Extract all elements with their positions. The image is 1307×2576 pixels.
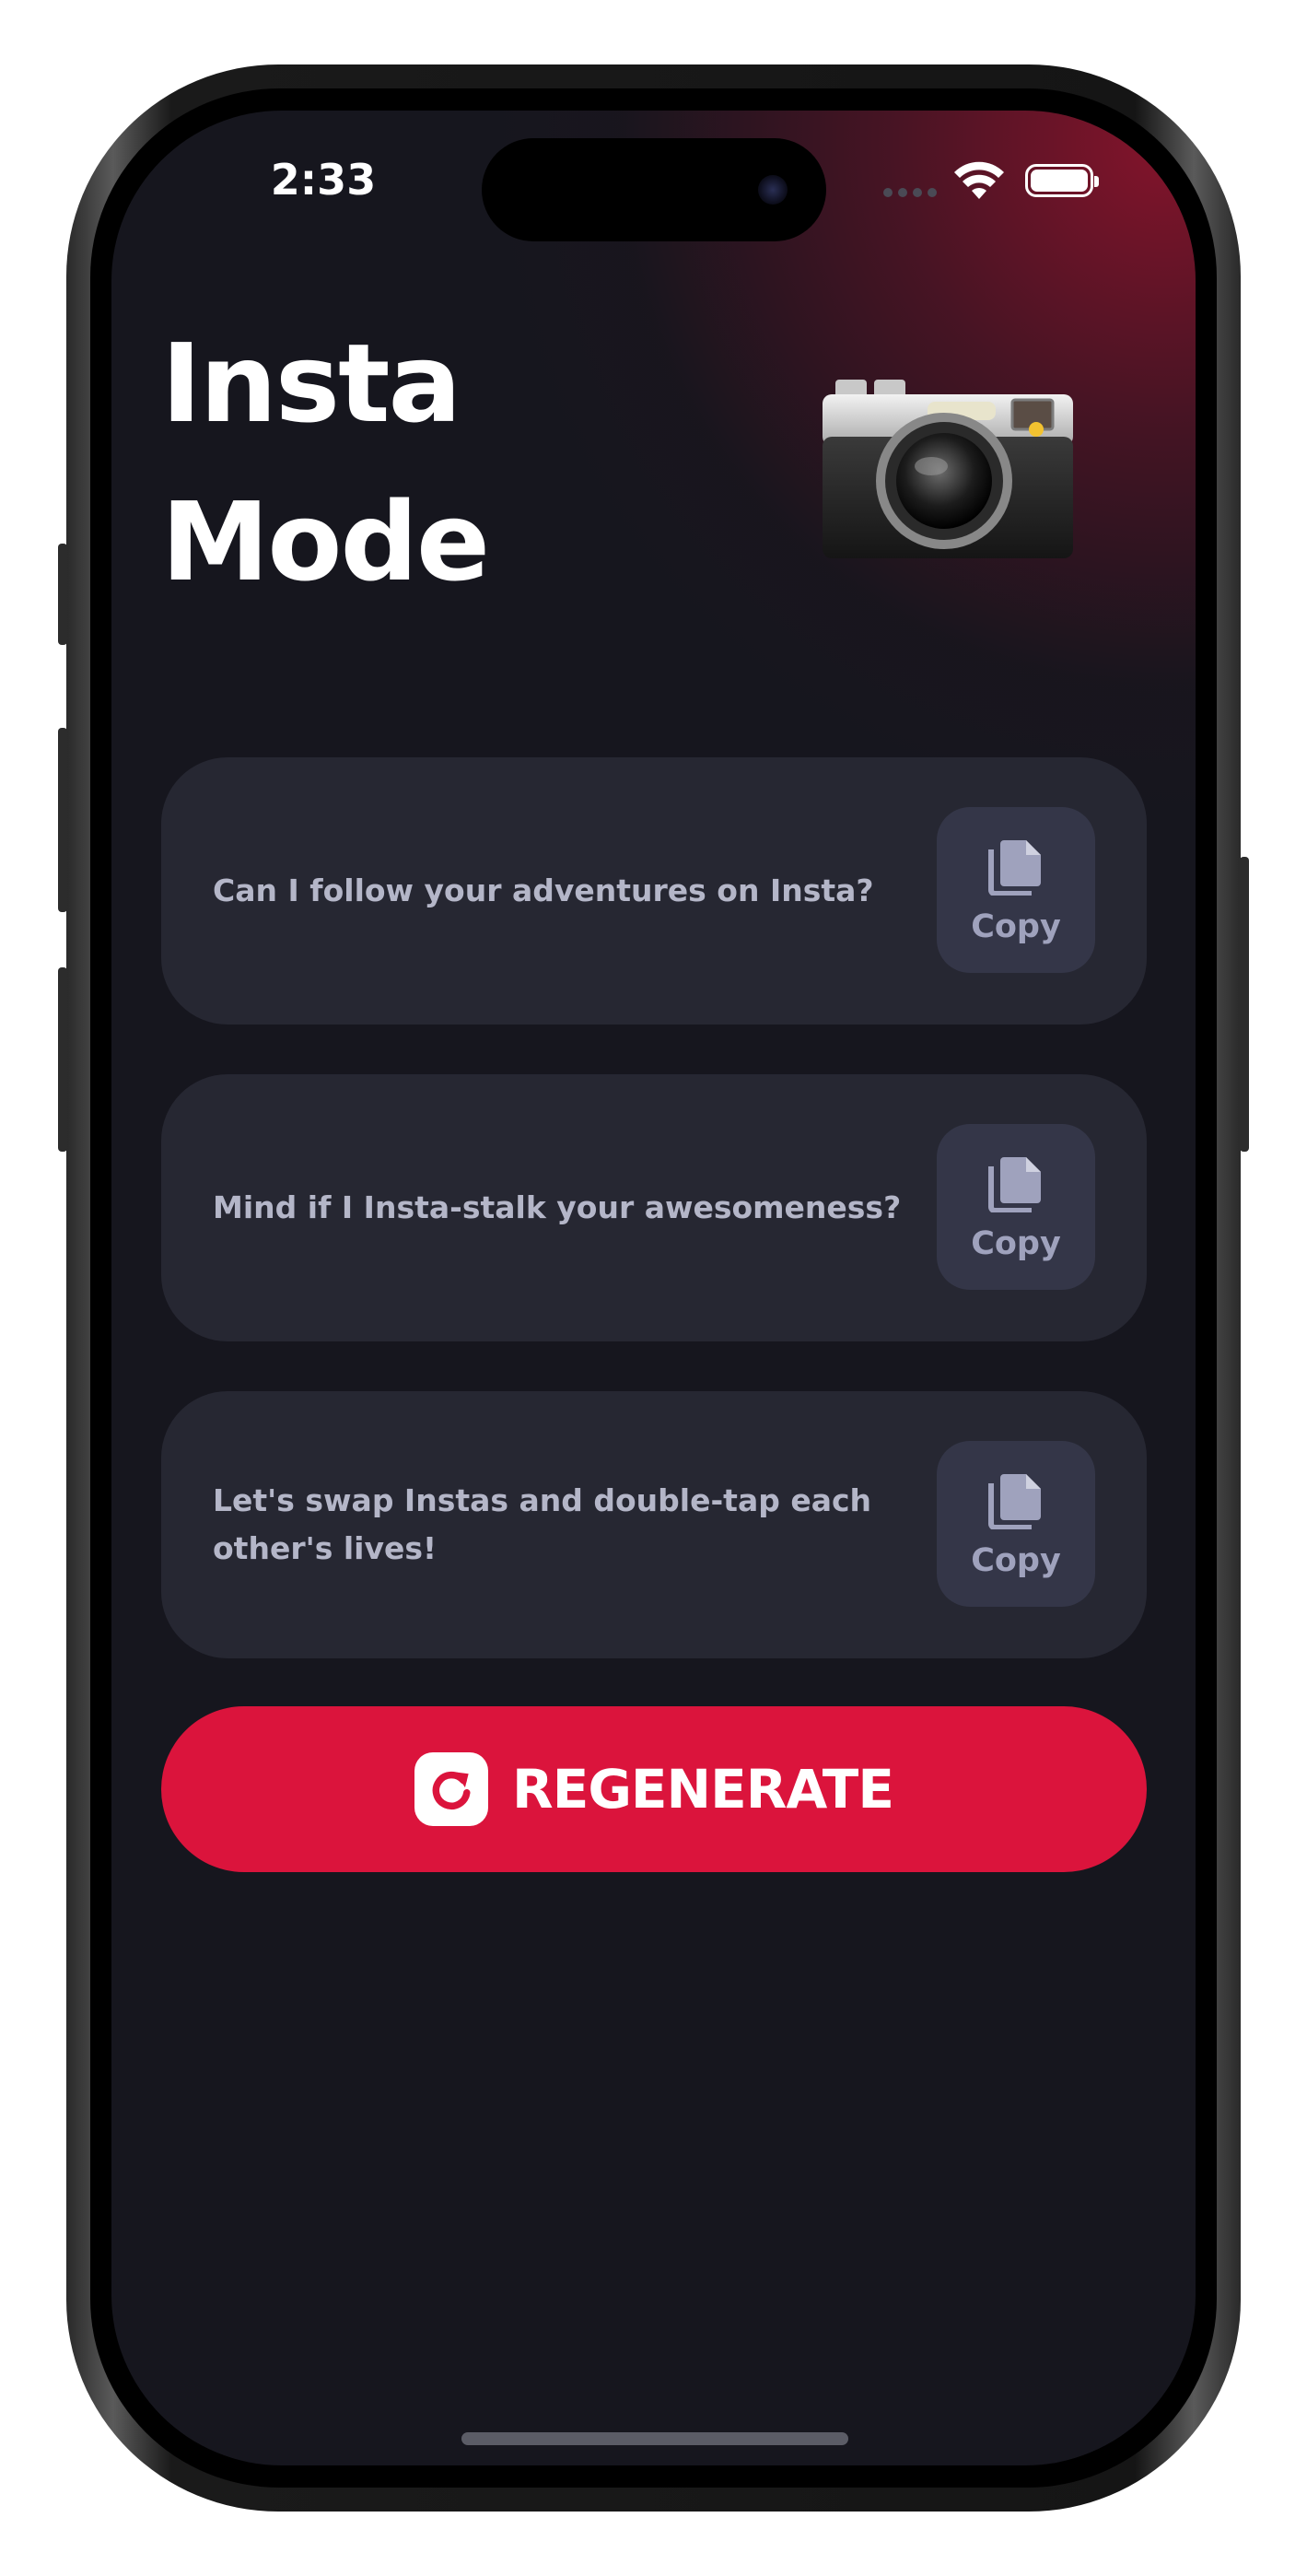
dynamic-island xyxy=(482,138,826,241)
wifi-icon xyxy=(954,161,1004,199)
title-line-2: Mode xyxy=(161,478,490,605)
volume-up-button xyxy=(58,728,67,912)
refresh-icon xyxy=(414,1752,489,1826)
suggestion-card: Let's swap Instas and double-tap each ot… xyxy=(161,1391,1147,1658)
cellular-signal-icon xyxy=(883,188,937,197)
copy-label: Copy xyxy=(971,1542,1061,1579)
suggestion-text: Let's swap Instas and double-tap each ot… xyxy=(213,1482,872,1566)
suggestion-text: Mind if I Insta-stalk your awesomeness? xyxy=(213,1189,902,1225)
copy-icon xyxy=(988,1474,1041,1529)
volume-down-button xyxy=(58,967,67,1152)
page-title: Insta Mode xyxy=(161,304,490,621)
suggestion-card: Can I follow your adventures on Insta? C… xyxy=(161,757,1147,1025)
action-button xyxy=(58,544,67,645)
suggestion-text: Can I follow your adventures on Insta? xyxy=(213,872,874,908)
copy-button[interactable]: Copy xyxy=(937,1441,1095,1607)
battery-icon xyxy=(1025,164,1099,197)
copy-button[interactable]: Copy xyxy=(937,1124,1095,1290)
copy-button[interactable]: Copy xyxy=(937,807,1095,973)
front-camera-icon xyxy=(758,175,788,205)
regenerate-button[interactable]: REGENERATE xyxy=(161,1706,1147,1872)
suggestion-card: Mind if I Insta-stalk your awesomeness? … xyxy=(161,1074,1147,1341)
regenerate-label: REGENERATE xyxy=(512,1758,894,1821)
home-indicator[interactable] xyxy=(461,2432,848,2445)
app-screen: 2:33 Insta Mode Can I follow your advent… xyxy=(111,111,1196,2465)
copy-label: Copy xyxy=(971,1225,1061,1262)
status-time: 2:33 xyxy=(270,155,377,205)
copy-label: Copy xyxy=(971,908,1061,945)
camera-emoji-icon xyxy=(823,380,1073,558)
title-line-1: Insta xyxy=(161,320,461,447)
power-button xyxy=(1240,857,1249,1152)
copy-icon xyxy=(988,840,1041,896)
copy-icon xyxy=(988,1157,1041,1212)
